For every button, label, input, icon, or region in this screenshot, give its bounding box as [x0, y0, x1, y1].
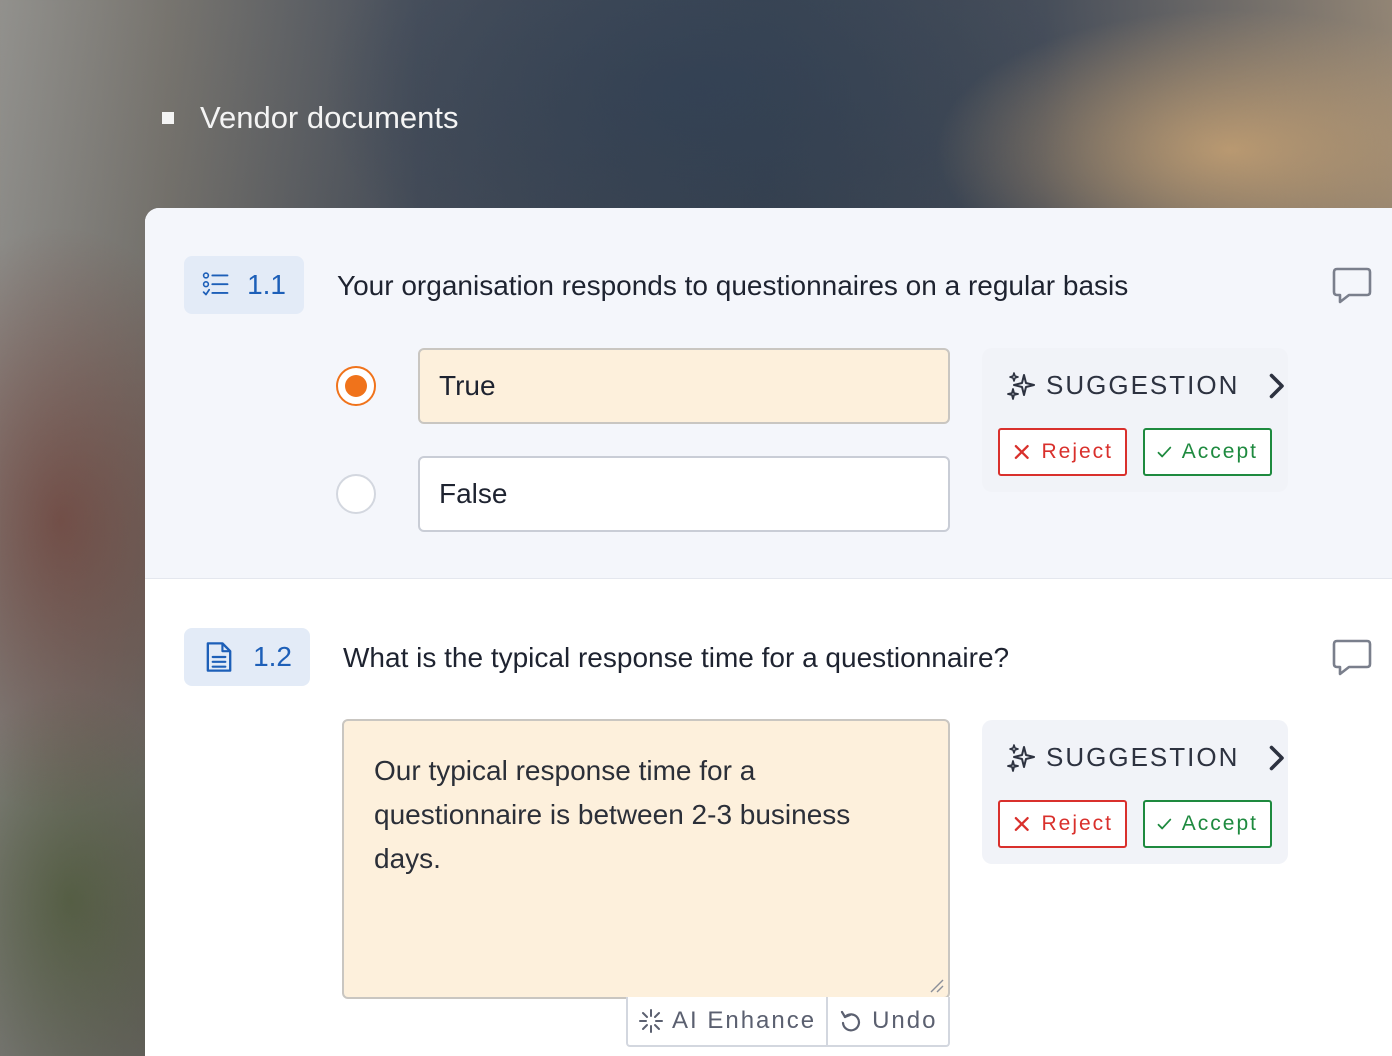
answer-text: Our typical response time for a question…: [374, 755, 851, 874]
ai-enhance-button[interactable]: AI Enhance: [628, 997, 826, 1045]
accept-label: Accept: [1181, 812, 1258, 835]
answer-toolbar: AI Enhance Undo: [626, 997, 950, 1047]
reject-button[interactable]: Reject: [998, 428, 1127, 476]
question-text: Your organisation responds to questionna…: [337, 270, 1129, 301]
suggestion-box: SUGGESTION Reject Accept: [982, 720, 1288, 864]
sparkle-icon: [1007, 743, 1035, 772]
question-number: 1.1: [247, 269, 286, 300]
reject-label: Reject: [1041, 812, 1113, 835]
suggestion-toggle[interactable]: SUGGESTION: [1006, 370, 1291, 401]
close-icon: [1014, 444, 1029, 460]
question-text: What is the typical response time for a …: [343, 642, 1010, 673]
answer-textarea[interactable]: Our typical response time for a question…: [342, 719, 950, 999]
question-1-2: 1.2 What is the typical response time fo…: [145, 579, 1392, 1056]
accept-button[interactable]: Accept: [1143, 800, 1272, 848]
chevron-right-icon: [1270, 745, 1285, 770]
resize-handle-icon[interactable]: [927, 976, 945, 994]
question-1-1: 1.1 Your organisation responds to questi…: [145, 208, 1392, 579]
check-icon: [1157, 818, 1172, 830]
questionnaire-panel: 1.1 Your organisation responds to questi…: [145, 208, 1392, 1056]
radio-selected-dot: [345, 375, 367, 397]
breadcrumb[interactable]: Vendor documents: [162, 100, 459, 136]
sparkle-icon: [1007, 371, 1035, 400]
option-false[interactable]: False: [418, 456, 950, 532]
breadcrumb-label: Vendor documents: [200, 100, 459, 135]
question-number-tag: 1.1: [184, 256, 304, 314]
comment-icon[interactable]: [1331, 266, 1373, 306]
close-icon: [1014, 816, 1029, 832]
check-icon: [1157, 446, 1172, 458]
ai-enhance-label: AI Enhance: [672, 1007, 817, 1034]
reject-label: Reject: [1041, 440, 1113, 463]
reject-button[interactable]: Reject: [998, 800, 1127, 848]
chevron-right-icon: [1270, 373, 1285, 398]
ai-enhance-icon: [639, 1009, 663, 1033]
suggestion-box: SUGGESTION Reject Accept: [982, 348, 1288, 492]
suggestion-title: SUGGESTION: [1046, 742, 1240, 772]
suggestion-title: SUGGESTION: [1046, 370, 1240, 400]
comment-icon[interactable]: [1331, 638, 1373, 678]
accept-label: Accept: [1181, 440, 1258, 463]
undo-label: Undo: [872, 1007, 938, 1034]
option-label: False: [439, 478, 508, 509]
radio-true[interactable]: [336, 366, 376, 406]
question-number: 1.2: [253, 641, 292, 672]
question-number-tag: 1.2: [184, 628, 310, 686]
undo-icon: [840, 1010, 861, 1032]
option-label: True: [439, 370, 496, 401]
suggestion-toggle[interactable]: SUGGESTION: [1006, 742, 1291, 773]
undo-button[interactable]: Undo: [826, 997, 947, 1045]
radio-false[interactable]: [336, 474, 376, 514]
option-true[interactable]: True: [418, 348, 950, 424]
accept-button[interactable]: Accept: [1143, 428, 1272, 476]
document-icon: [206, 642, 232, 672]
checklist-icon: [202, 272, 229, 296]
bullet-icon: [162, 112, 174, 124]
